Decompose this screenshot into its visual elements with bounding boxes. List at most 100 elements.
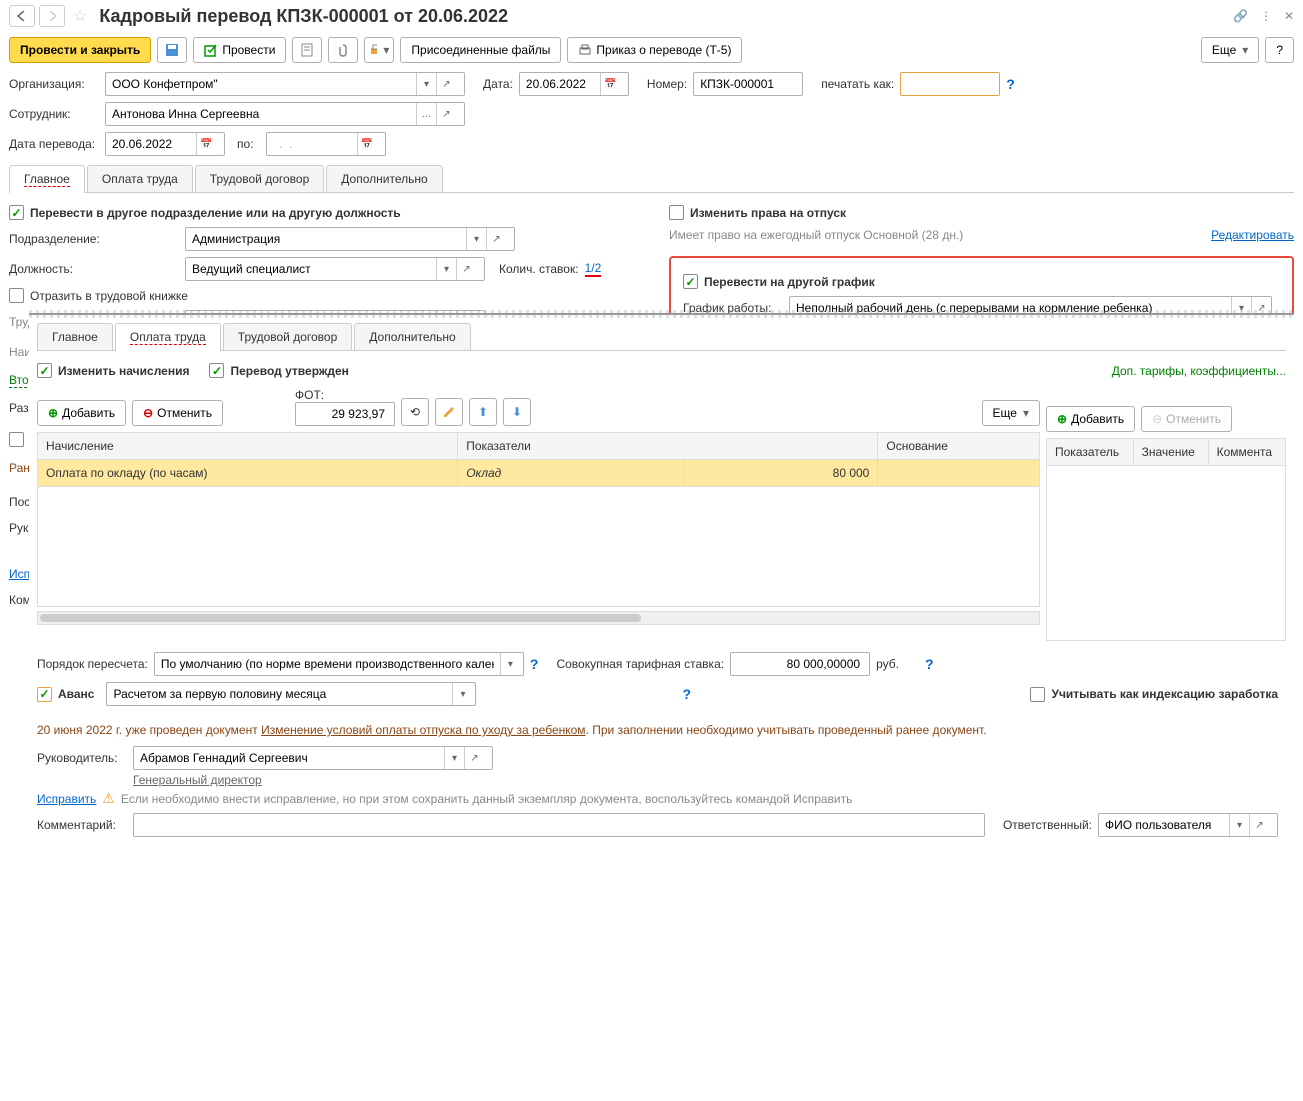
open-icon[interactable]: ↗ bbox=[436, 73, 456, 95]
table-row[interactable]: Оплата по окладу (по часам) Оклад 80 000 bbox=[38, 460, 1040, 487]
more-button-2[interactable]: Еще bbox=[982, 400, 1040, 426]
schedule-checkbox[interactable] bbox=[683, 274, 698, 289]
add-button-2[interactable]: ⊕Добавить bbox=[1046, 406, 1135, 432]
tab-main[interactable]: Главное bbox=[9, 165, 85, 192]
dropdown-icon[interactable]: ▾ bbox=[416, 73, 436, 95]
open-icon[interactable]: ↗ bbox=[436, 103, 456, 125]
help-icon[interactable]: ? bbox=[682, 686, 691, 702]
transfer-order-button[interactable]: Приказ о переводе (Т-5) bbox=[567, 37, 742, 63]
position-field[interactable]: ▾ ↗ bbox=[185, 257, 485, 281]
dropdown-icon[interactable]: ▾ bbox=[444, 747, 464, 769]
rate-label: Совокупная тарифная ставка: bbox=[556, 657, 724, 671]
transfer-checkbox[interactable] bbox=[9, 205, 24, 220]
post-button[interactable]: Провести bbox=[193, 37, 286, 63]
ellipsis-icon[interactable]: … bbox=[416, 103, 436, 125]
comment-field[interactable] bbox=[133, 813, 985, 837]
open-icon[interactable]: ↗ bbox=[464, 747, 484, 769]
rates-link[interactable]: 1/2 bbox=[585, 261, 602, 277]
doc-link[interactable]: Изменение условий оплаты отпуска по уход… bbox=[261, 723, 586, 737]
rate-field[interactable] bbox=[730, 652, 870, 676]
to-date-field[interactable]: 📅 bbox=[266, 132, 386, 156]
close-icon[interactable]: ✕ bbox=[1284, 9, 1294, 23]
tab2-main[interactable]: Главное bbox=[37, 323, 113, 350]
open-icon[interactable]: ↗ bbox=[456, 258, 476, 280]
advance-field[interactable]: ▾ bbox=[106, 682, 476, 706]
vacation-checkbox[interactable] bbox=[669, 205, 684, 220]
refresh-button[interactable]: ⟲ bbox=[401, 398, 429, 426]
down-button[interactable]: ⬇ bbox=[503, 398, 531, 426]
post-close-button[interactable]: Провести и закрыть bbox=[9, 37, 151, 63]
employee-field[interactable]: … ↗ bbox=[105, 102, 465, 126]
more-button[interactable]: Еще bbox=[1201, 37, 1259, 63]
attached-files-button[interactable]: Присоединенные файлы bbox=[400, 37, 561, 63]
edit-link[interactable]: Редактировать bbox=[1211, 228, 1294, 242]
reflect-checkbox[interactable] bbox=[9, 288, 24, 303]
tab2-pay[interactable]: Оплата труда bbox=[115, 323, 221, 350]
open-icon[interactable]: ↗ bbox=[486, 228, 506, 250]
up-button[interactable]: ⬆ bbox=[469, 398, 497, 426]
fot-label: ФОТ: bbox=[295, 388, 395, 402]
col-basis: Основание bbox=[878, 433, 1040, 460]
favorite-icon[interactable]: ☆ bbox=[73, 6, 87, 26]
resp-label: Ответственный: bbox=[1003, 818, 1092, 832]
tab-extra[interactable]: Дополнительно bbox=[326, 165, 442, 192]
scrollbar[interactable] bbox=[37, 611, 1040, 625]
back-button[interactable] bbox=[9, 5, 35, 27]
tab2-contract[interactable]: Трудовой договор bbox=[223, 323, 352, 350]
print-dropdown[interactable] bbox=[364, 37, 394, 63]
cancel-button[interactable]: ⊖Отменить bbox=[132, 400, 223, 426]
edit-button[interactable] bbox=[435, 398, 463, 426]
cell-ind-val: 80 000 bbox=[684, 460, 878, 487]
dropdown-icon[interactable]: ▾ bbox=[500, 653, 520, 675]
index-checkbox[interactable] bbox=[1030, 687, 1045, 702]
vacation-info: Имеет право на ежегодный отпуск Основной… bbox=[669, 228, 963, 242]
forward-button[interactable] bbox=[39, 5, 65, 27]
change-calc-checkbox[interactable] bbox=[37, 363, 52, 378]
print-as-field[interactable] bbox=[900, 72, 1000, 96]
rate-unit: руб. bbox=[876, 657, 899, 671]
transfer-label: Перевести в другое подразделение или на … bbox=[30, 206, 401, 220]
menu-icon[interactable]: ⋮ bbox=[1260, 9, 1272, 23]
window-title: Кадровый перевод КПЗК-000001 от 20.06.20… bbox=[95, 6, 1229, 27]
manager-title-link[interactable]: Генеральный директор bbox=[133, 773, 262, 787]
tab-contract[interactable]: Трудовой договор bbox=[195, 165, 324, 192]
add-button[interactable]: ⊕Добавить bbox=[37, 400, 126, 426]
advance-label: Аванс bbox=[58, 687, 94, 701]
number-label: Номер: bbox=[647, 77, 687, 91]
dropdown-icon[interactable]: ▾ bbox=[1229, 814, 1249, 836]
open-icon[interactable]: ↗ bbox=[1249, 814, 1269, 836]
calendar-icon[interactable]: 📅 bbox=[196, 133, 216, 155]
calendar-icon[interactable]: 📅 bbox=[600, 73, 620, 95]
report-button[interactable] bbox=[292, 37, 322, 63]
help-icon[interactable]: ? bbox=[530, 656, 539, 672]
dept-field[interactable]: ▾ ↗ bbox=[185, 227, 515, 251]
tab-pay[interactable]: Оплата труда bbox=[87, 165, 193, 192]
help-icon[interactable]: ? bbox=[1006, 76, 1015, 92]
change-emp-checkbox[interactable] bbox=[9, 432, 24, 447]
attach-button[interactable] bbox=[328, 37, 358, 63]
advance-checkbox[interactable] bbox=[37, 687, 52, 702]
resp-field[interactable]: ▾ ↗ bbox=[1098, 813, 1278, 837]
date-field[interactable]: 📅 bbox=[519, 72, 629, 96]
extra-rates-link[interactable]: Доп. тарифы, коэффициенты... bbox=[1112, 364, 1286, 378]
tab2-extra[interactable]: Дополнительно bbox=[354, 323, 470, 350]
number-field[interactable] bbox=[693, 72, 803, 96]
fot-field[interactable] bbox=[295, 402, 395, 426]
link-icon[interactable]: 🔗 bbox=[1233, 9, 1248, 23]
help-icon[interactable]: ? bbox=[925, 656, 934, 672]
help-button[interactable]: ? bbox=[1265, 37, 1294, 63]
org-field[interactable]: ▾ ↗ bbox=[105, 72, 465, 96]
recalc-field[interactable]: ▾ bbox=[154, 652, 524, 676]
dropdown-icon[interactable]: ▾ bbox=[452, 683, 472, 705]
fix-link[interactable]: Исправить bbox=[37, 792, 96, 806]
comment-label: Комментарий: bbox=[37, 818, 127, 832]
manager-field[interactable]: ▾ ↗ bbox=[133, 746, 493, 770]
approved-checkbox[interactable] bbox=[209, 363, 224, 378]
save-button[interactable] bbox=[157, 37, 187, 63]
change-calc-label: Изменить начисления bbox=[58, 364, 189, 378]
transfer-date-field[interactable]: 📅 bbox=[105, 132, 225, 156]
dropdown-icon[interactable]: ▾ bbox=[436, 258, 456, 280]
calendar-icon[interactable]: 📅 bbox=[357, 133, 377, 155]
dropdown-icon[interactable]: ▾ bbox=[466, 228, 486, 250]
schedule-label-check: Перевести на другой график bbox=[704, 275, 875, 289]
